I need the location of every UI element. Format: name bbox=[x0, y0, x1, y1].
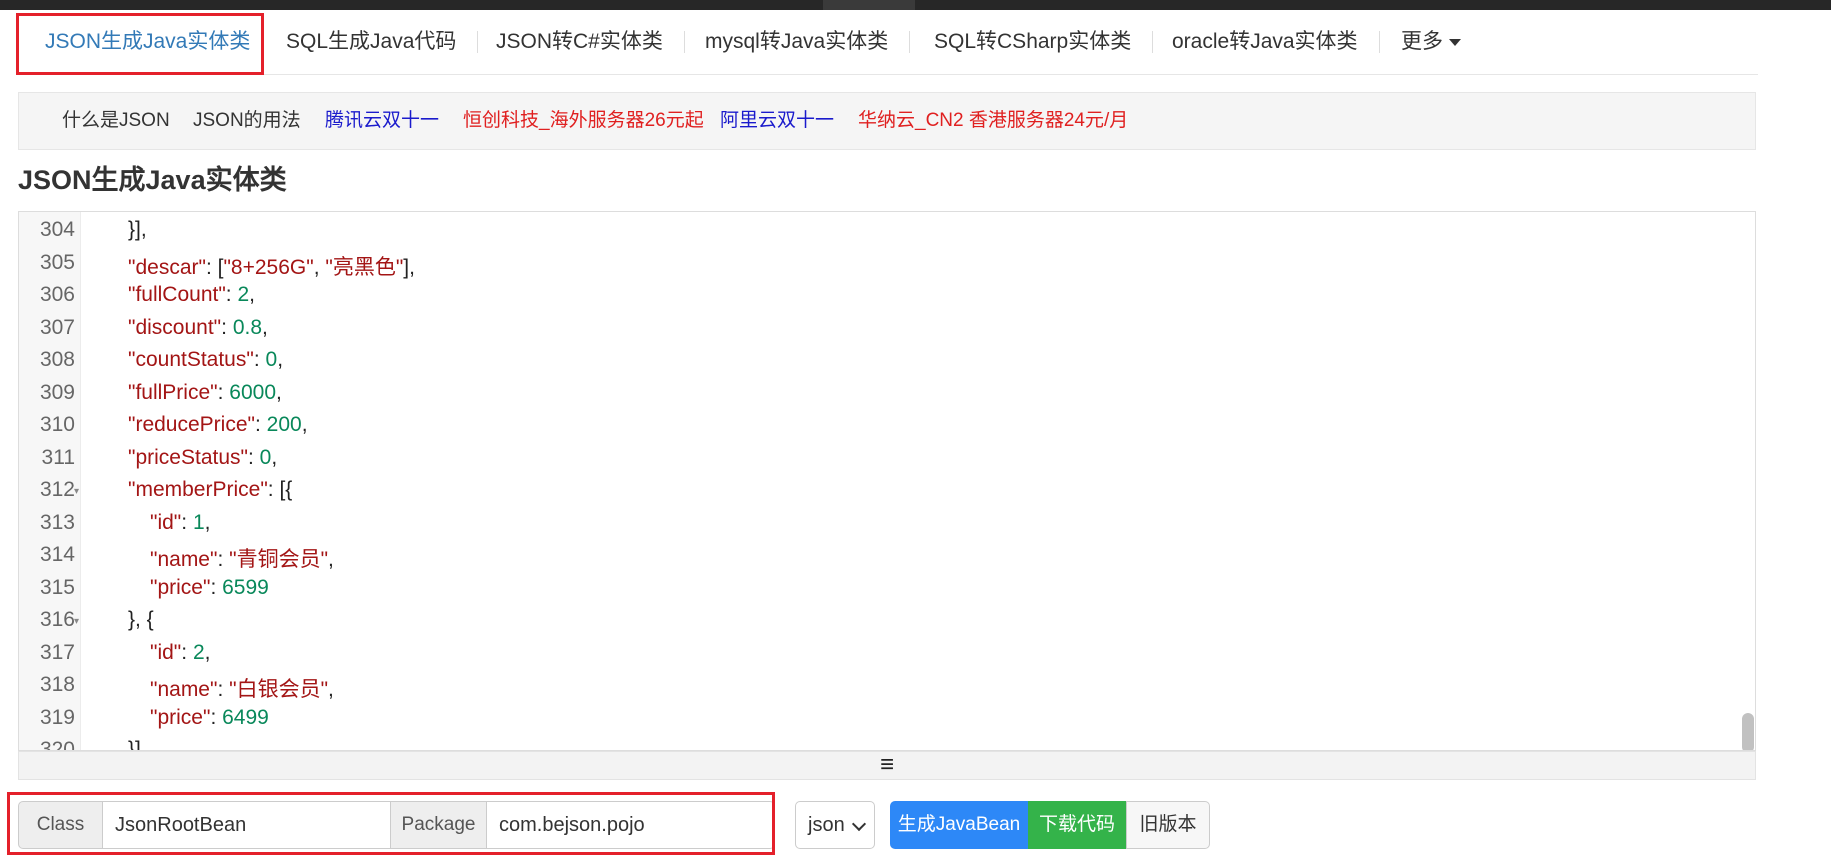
code-line: "priceStatus": 0, bbox=[128, 445, 278, 469]
code-line: "countStatus": 0, bbox=[128, 348, 284, 371]
code-line: "discount": 0.8, bbox=[128, 315, 268, 339]
tool-tabs: JSON生成Java实体类 SQL生成Java代码 JSON转C#实体类 mys… bbox=[18, 10, 1758, 75]
code-line: }, { bbox=[128, 608, 154, 631]
line-number: 311 bbox=[41, 445, 75, 469]
line-number: 318 bbox=[39, 673, 75, 696]
tab-label: SQL转CSharp实体类 bbox=[934, 30, 1132, 53]
code-line: "id": 1, bbox=[150, 510, 211, 534]
code-line: "price": 6599 bbox=[150, 575, 269, 599]
line-number: 313 bbox=[39, 510, 75, 534]
link-tencent-cloud[interactable]: 腾讯云双十一 bbox=[325, 93, 439, 149]
line-number: 314 bbox=[39, 543, 75, 566]
line-number: 319 bbox=[39, 705, 75, 729]
link-bar: 什么是JSON JSON的用法 腾讯云双十一 恒创科技_海外服务器26元起 阿里… bbox=[18, 92, 1756, 150]
line-number: 312 ▾ bbox=[39, 478, 79, 501]
tab-json-to-csharp[interactable]: JSON转C#实体类 bbox=[496, 10, 685, 74]
line-number: 307 bbox=[39, 315, 75, 339]
tab-label: mysql转Java实体类 bbox=[705, 30, 889, 53]
class-input[interactable] bbox=[102, 801, 391, 849]
code-line: "id": 2, bbox=[150, 640, 211, 664]
code-line: "name": "白银会员", bbox=[150, 678, 334, 701]
download-code-button[interactable]: 下载代码 bbox=[1028, 801, 1126, 849]
line-number: 320 bbox=[39, 738, 75, 751]
link-hengchuang[interactable]: 恒创科技_海外服务器26元起 bbox=[463, 93, 704, 149]
link-json-usage[interactable]: JSON的用法 bbox=[193, 93, 301, 149]
top-strip-highlight bbox=[823, 0, 915, 10]
code-line: "reducePrice": 200, bbox=[128, 413, 308, 436]
tab-divider bbox=[477, 31, 479, 53]
json-editor[interactable]: 304 305 306 307 308 309 310 311 312 ▾ 313 314 315 316… bbox=[18, 211, 1756, 751]
tab-label: JSON转C#实体类 bbox=[496, 30, 663, 53]
resize-handle[interactable]: ≡ bbox=[18, 751, 1756, 780]
class-label: Class bbox=[18, 801, 103, 849]
page-title: JSON生成Java实体类 bbox=[18, 165, 287, 195]
tab-json-to-java[interactable]: JSON生成Java实体类 bbox=[45, 10, 250, 74]
generate-javabean-button[interactable]: 生成JavaBean bbox=[890, 801, 1028, 849]
editor-scrollbar-thumb[interactable] bbox=[1742, 713, 1754, 750]
line-number: 310 bbox=[39, 413, 75, 436]
code-line: "name": "青铜会员", bbox=[150, 548, 334, 571]
code-line: "fullCount": 2, bbox=[128, 283, 255, 306]
line-number-gutter: 304 305 306 307 308 309 310 311 312 ▾ 313 314 315 316… bbox=[19, 212, 81, 750]
link-what-is-json[interactable]: 什么是JSON bbox=[62, 93, 170, 149]
browser-top-strip bbox=[0, 0, 1831, 10]
fold-arrow-icon[interactable]: ▾ bbox=[74, 616, 79, 627]
code-line: "memberPrice": [{ bbox=[128, 478, 293, 501]
line-number: 317 bbox=[39, 640, 75, 664]
caret-down-icon bbox=[1449, 38, 1461, 46]
tab-mysql-to-java[interactable]: mysql转Java实体类 bbox=[705, 10, 911, 74]
tab-label: oracle转Java实体类 bbox=[1172, 30, 1358, 53]
line-number: 305 bbox=[39, 250, 75, 274]
tab-divider bbox=[683, 31, 685, 53]
fold-arrow-icon[interactable]: ▾ bbox=[74, 486, 79, 497]
tab-oracle-to-java[interactable]: oracle转Java实体类 bbox=[1172, 10, 1380, 74]
line-number: 315 bbox=[39, 575, 75, 599]
code-line: "fullPrice": 6000, bbox=[128, 380, 282, 404]
hamburger-icon: ≡ bbox=[879, 751, 894, 778]
format-select-value: json bbox=[808, 814, 845, 836]
line-number: 304 bbox=[39, 218, 75, 241]
tab-sql-to-java[interactable]: SQL生成Java代码 bbox=[286, 10, 479, 74]
page-container: JSON生成Java实体类 SQL生成Java代码 JSON转C#实体类 mys… bbox=[7, 10, 1758, 855]
code-area[interactable]: }], "descar": ["8+256G", "亮黑色"], "fullCoun… bbox=[80, 212, 1755, 750]
line-number: 306 bbox=[39, 283, 75, 306]
old-version-button[interactable]: 旧版本 bbox=[1126, 801, 1210, 849]
code-line: "descar": ["8+256G", "亮黑色"], bbox=[128, 255, 415, 279]
chevron-down-icon bbox=[851, 816, 867, 832]
tab-divider bbox=[1152, 31, 1154, 53]
link-huanayun[interactable]: 华纳云_CN2 香港服务器24元/月 bbox=[858, 93, 1128, 149]
code-line: }], bbox=[128, 218, 147, 241]
line-number: 309 bbox=[39, 380, 75, 404]
line-number: 316 ▾ bbox=[39, 608, 79, 631]
package-input[interactable] bbox=[486, 801, 775, 849]
tab-label: 更多 bbox=[1401, 30, 1443, 53]
code-line: "price": 6499 bbox=[150, 705, 269, 729]
format-select[interactable]: json bbox=[795, 801, 875, 849]
code-line: }], bbox=[128, 738, 147, 751]
tab-divider bbox=[1378, 31, 1380, 53]
tab-label: SQL生成Java代码 bbox=[286, 30, 457, 53]
line-number: 308 bbox=[39, 348, 75, 371]
link-aliyun[interactable]: 阿里云双十一 bbox=[720, 93, 834, 149]
tab-divider bbox=[909, 31, 911, 53]
tab-sql-to-csharp[interactable]: SQL转CSharp实体类 bbox=[934, 10, 1154, 74]
tab-more-dropdown[interactable]: 更多 bbox=[1401, 10, 1461, 74]
package-label: Package bbox=[390, 801, 487, 849]
